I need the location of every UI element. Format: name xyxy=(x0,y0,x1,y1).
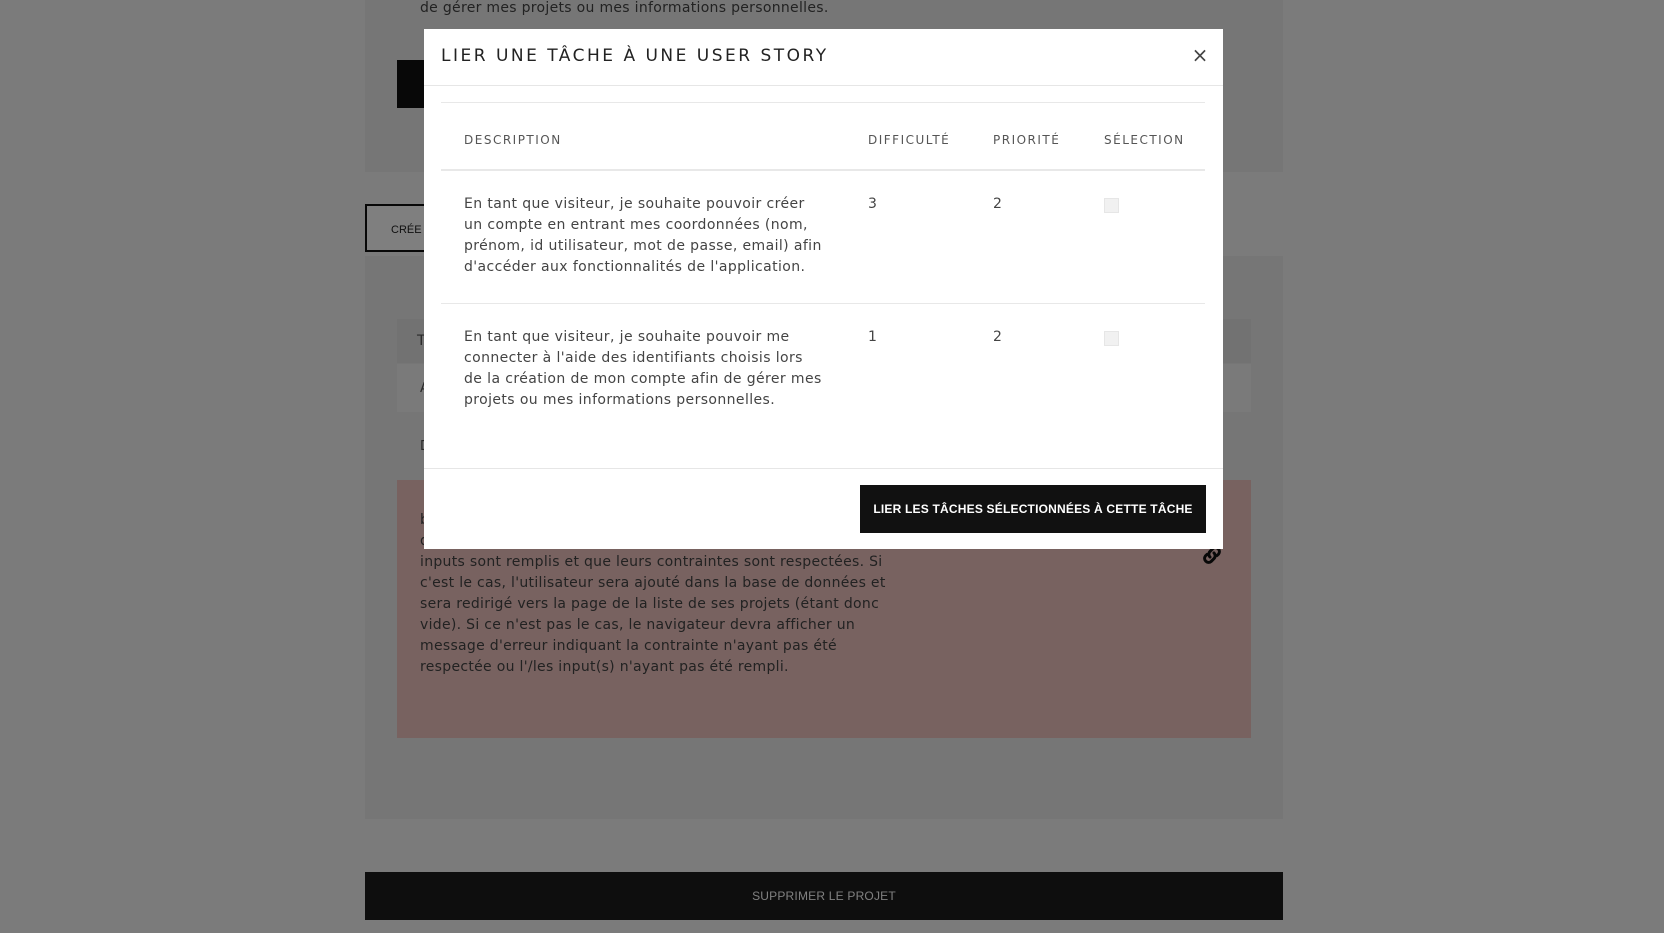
column-header-priority: PRIORITÉ xyxy=(993,133,1061,147)
link-task-modal: LIER UNE TÂCHE À UNE USER STORY × DESCRI… xyxy=(424,29,1223,549)
modal-title: LIER UNE TÂCHE À UNE USER STORY xyxy=(441,46,829,66)
row-priority: 2 xyxy=(993,329,1003,345)
table-row-divider xyxy=(441,303,1205,304)
table-divider xyxy=(441,102,1205,103)
link-selected-tasks-button[interactable]: LIER LES TÂCHES SÉLECTIONNÉES À CETTE TÂ… xyxy=(860,485,1206,533)
row-select-checkbox[interactable] xyxy=(1104,198,1119,213)
modal-header: LIER UNE TÂCHE À UNE USER STORY × xyxy=(424,29,1223,86)
row-select-checkbox[interactable] xyxy=(1104,331,1119,346)
row-priority: 2 xyxy=(993,196,1003,212)
column-header-difficulty: DIFFICULTÉ xyxy=(868,133,951,147)
modal-footer: LIER LES TÂCHES SÉLECTIONNÉES À CETTE TÂ… xyxy=(424,468,1223,550)
row-difficulty: 1 xyxy=(868,329,878,345)
table-header-divider xyxy=(441,169,1205,171)
close-icon[interactable]: × xyxy=(1188,43,1212,67)
column-header-selection: SÉLECTION xyxy=(1104,133,1185,147)
user-stories-table: DESCRIPTION DIFFICULTÉ PRIORITÉ SÉLECTIO… xyxy=(441,102,1205,472)
row-description: En tant que visiteur, je souhaite pouvoi… xyxy=(464,196,822,275)
column-header-description: DESCRIPTION xyxy=(464,133,562,147)
row-description: En tant que visiteur, je souhaite pouvoi… xyxy=(464,329,822,408)
row-difficulty: 3 xyxy=(868,196,878,212)
